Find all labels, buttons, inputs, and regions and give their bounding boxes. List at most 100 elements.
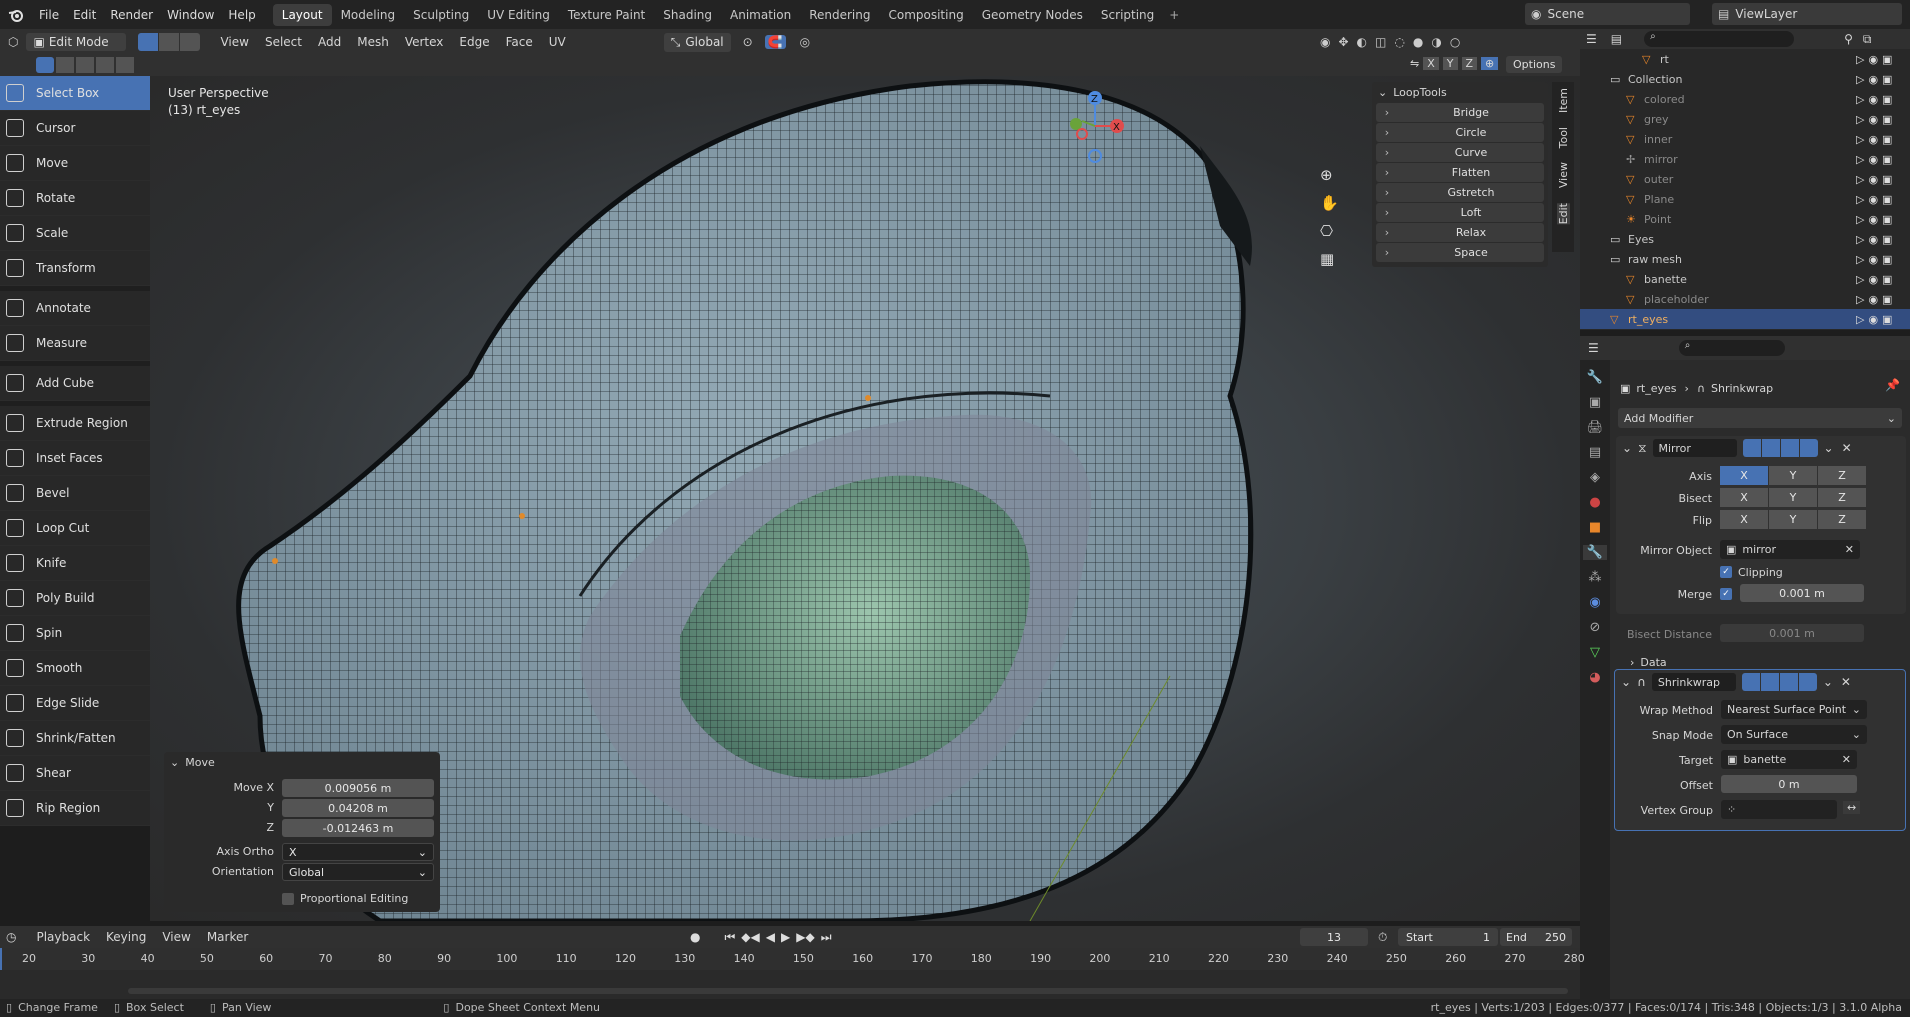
workspace-tab-uv-editing[interactable]: UV Editing [478,4,559,26]
particles-tab-icon[interactable]: ⁂ [1589,570,1602,585]
viewport-icon[interactable] [1779,673,1798,691]
physics-tab-icon[interactable]: ◉ [1589,595,1600,610]
scene-tab-icon[interactable]: ◈ [1590,470,1600,485]
menu-render[interactable]: Render [103,8,160,22]
bisect-z-toggle[interactable]: Z [1818,488,1866,507]
viewport-menu-uv[interactable]: UV [541,35,574,49]
visibility-toggle-icons[interactable]: ▷◉▣ [1856,293,1896,306]
snap-mode-select[interactable]: On Surface ⌄ [1721,725,1867,744]
output-tab-icon[interactable]: 🖨 [1587,420,1604,435]
visibility-toggle-icons[interactable]: ▷◉▣ [1856,173,1896,186]
edit-cage-icon[interactable] [1742,439,1761,457]
axis-y-toggle[interactable]: Y [1769,466,1817,485]
render-icon[interactable] [1799,439,1818,457]
tool-edge-slide[interactable]: Edge Slide [0,686,150,721]
start-frame-field[interactable]: Start 1 [1398,928,1498,946]
clear-icon[interactable]: ✕ [1845,543,1854,556]
end-frame-field[interactable]: End 250 [1500,928,1572,946]
tool-annotate[interactable]: Annotate [0,291,150,326]
timeline-ruler[interactable]: 20 30 40 50 60 70 80 90 100 110 120 130 140 150 160 170… [0,948,1585,970]
play-icon[interactable]: ▶ [781,930,790,945]
workspace-tab-compositing[interactable]: Compositing [879,4,972,26]
world-tab-icon[interactable]: ● [1589,495,1600,510]
editmode-icon[interactable] [1760,673,1779,691]
tool-extrude-region[interactable]: Extrude Region [0,406,150,441]
select-new-icon[interactable] [36,57,54,73]
constraints-tab-icon[interactable]: ⊘ [1590,620,1601,635]
menu-edit[interactable]: Edit [66,8,103,22]
tool-select-box[interactable]: Select Box [0,76,150,111]
next-keyframe-icon[interactable]: ▶◆ [796,930,814,945]
render-tab-icon[interactable]: ▣ [1589,395,1601,410]
offset-field[interactable]: 0 m [1721,775,1857,793]
jump-start-icon[interactable]: ⏮ [724,930,735,945]
move-x-field[interactable]: 0.009056 m [282,779,434,797]
clipping-toggle[interactable]: ✓ Clipping [1720,562,1783,582]
modifier-tab-icon[interactable]: 🔧 [1582,545,1608,560]
collapse-icon[interactable]: ⌄ [1622,441,1632,455]
overlay-icon[interactable]: ◐ [1357,35,1367,49]
snap-icon[interactable]: 🧲 [764,35,786,49]
wireframe-shading-icon[interactable]: ◌ [1394,35,1404,49]
visibility-toggle-icons[interactable]: ▷◉▣ [1856,253,1896,266]
axis-z[interactable]: Z [1461,57,1478,70]
timeline-scrollbar[interactable] [128,988,1568,994]
workspace-tab-sculpting[interactable]: Sculpting [404,4,478,26]
shrinkwrap-name-field[interactable]: Shrinkwrap [1651,673,1736,691]
tool-scale[interactable]: Scale [0,216,150,251]
looptools-circle[interactable]: › Circle [1376,123,1544,142]
selected-vertex[interactable] [519,513,525,519]
looptools-loft[interactable]: › Loft [1376,203,1544,222]
outliner-row-placeholder[interactable]: ▽ placeholder ▷◉▣ [1580,289,1910,309]
material-shading-icon[interactable]: ◑ [1431,35,1441,49]
chevron-down-icon[interactable]: ⌄ [1823,675,1833,689]
options-button[interactable]: Options [1506,56,1563,73]
xray-icon[interactable]: ◫ [1375,35,1386,49]
visibility-toggle-icons[interactable]: ▷◉▣ [1856,53,1896,66]
viewport-menu-view[interactable]: View [212,35,256,49]
vertex-group-field[interactable]: ⁘ [1721,800,1837,819]
tool-add-cube[interactable]: Add Cube [0,366,150,401]
edge-select-icon[interactable] [159,33,180,51]
select-extend-icon[interactable] [56,57,74,73]
merge-field[interactable]: 0.001 m [1740,584,1864,602]
tool-rotate[interactable]: Rotate [0,181,150,216]
visibility-toggle-icons[interactable]: ▷◉▣ [1856,233,1896,246]
outliner-row-colored[interactable]: ▽ colored ▷◉▣ [1580,89,1910,109]
clear-icon[interactable]: ✕ [1842,753,1851,766]
solid-shading-icon[interactable]: ● [1413,35,1423,49]
looptools-space[interactable]: › Space [1376,243,1544,262]
timeline-menu-playback[interactable]: Playback [30,930,96,944]
move-z-field[interactable]: -0.012463 m [282,819,434,837]
looptools-flatten[interactable]: › Flatten [1376,163,1544,182]
outliner-search[interactable]: ⌕ [1644,31,1795,47]
prev-keyframe-icon[interactable]: ◆◀ [741,930,759,945]
play-reverse-icon[interactable]: ◀ [766,930,775,945]
tool-measure[interactable]: Measure [0,326,150,361]
workspace-tab-modeling[interactable]: Modeling [332,4,405,26]
object-tab-icon[interactable]: ■ [1589,520,1601,535]
visibility-toggle-icons[interactable]: ▷◉▣ [1856,73,1896,86]
axis-z-toggle[interactable]: Z [1818,466,1866,485]
render-icon[interactable] [1798,673,1817,691]
gizmo-icon[interactable]: ✥ [1338,35,1348,49]
scene-selector[interactable]: ◉ Scene [1525,3,1690,25]
wrap-method-select[interactable]: Nearest Surface Point ⌄ [1721,700,1867,719]
pivot-icon[interactable]: ⊙ [743,35,753,49]
outliner-row-rt[interactable]: ▽ rt ▷◉▣ [1580,49,1910,69]
ortho-grid-icon[interactable]: ▦ [1320,250,1339,268]
outliner-row-outer[interactable]: ▽ outer ▷◉▣ [1580,169,1910,189]
viewport-menu-edge[interactable]: Edge [451,35,497,49]
camera-icon[interactable]: ⎔ [1320,222,1339,240]
jump-end-icon[interactable]: ⏭ [821,930,832,945]
edit-cage-icon[interactable] [1741,673,1760,691]
tool-cursor[interactable]: Cursor [0,111,150,146]
chevron-down-icon[interactable]: ⌄ [1824,441,1834,455]
playhead[interactable] [0,948,2,970]
auto-merge-icon[interactable]: ⊕ [1481,57,1499,70]
mirror-object-field[interactable]: ▣ mirror ✕ [1720,540,1860,559]
material-tab-icon[interactable]: ◕ [1589,670,1600,685]
visibility-toggle-icons[interactable]: ▷◉▣ [1856,213,1896,226]
outliner-row-rt-eyes[interactable]: ▽ rt_eyes ▷◉▣ [1580,309,1910,329]
viewport-icon[interactable] [1780,439,1799,457]
